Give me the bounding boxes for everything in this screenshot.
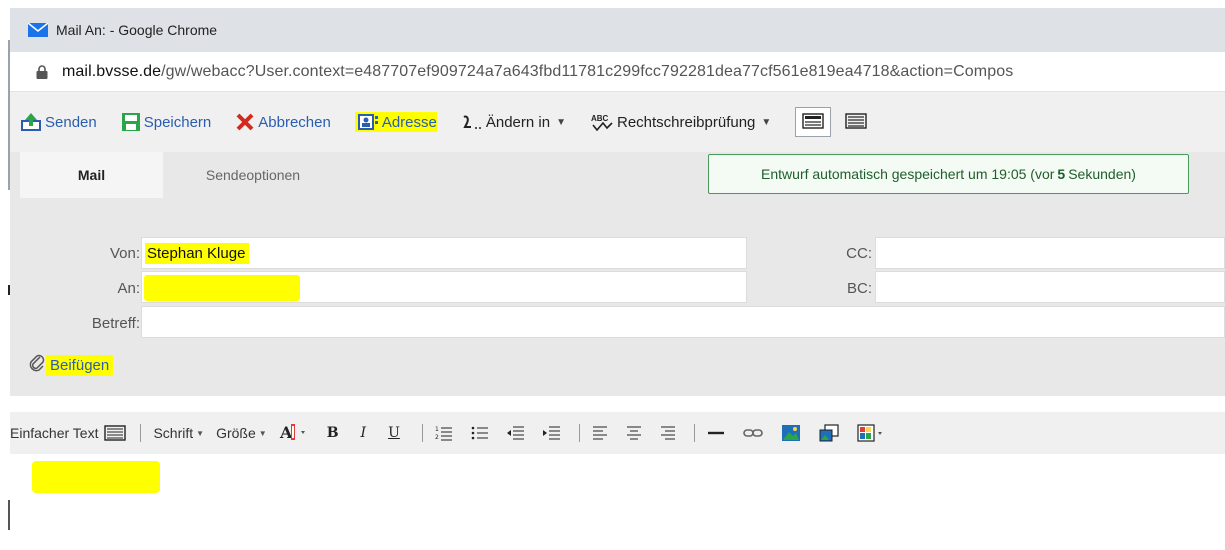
spellcheck-label: Rechtschreibprüfung	[616, 113, 756, 131]
chevron-down-icon: ▼	[556, 116, 566, 128]
attach-label: Beifügen	[46, 354, 114, 376]
save-button[interactable]: Speichern	[121, 112, 212, 132]
list-view-icon	[845, 112, 868, 132]
attach-button[interactable]: Beifügen	[28, 353, 114, 377]
window-title: Mail An: - Google Chrome	[56, 22, 218, 38]
layout-view-icon	[802, 112, 825, 132]
svg-text:1: 1	[435, 426, 439, 433]
send-label: Senden	[45, 113, 97, 131]
from-field[interactable]: Stephan Kluge	[141, 237, 747, 269]
change-label: Ändern in	[485, 113, 551, 131]
toolbar-divider	[578, 424, 580, 442]
insert-image-icon[interactable]	[781, 424, 801, 442]
font-label: Schrift	[153, 425, 194, 441]
svg-text:2: 2	[435, 434, 439, 441]
size-dropdown[interactable]: Größe ▼	[216, 425, 267, 441]
spellcheck-dropdown[interactable]: ABC Rechtschreibprüfung ▼	[590, 112, 771, 132]
tabs-row: Mail Sendeoptionen Entwurf automatisch g…	[10, 152, 1225, 198]
bc-label: BC:	[846, 280, 872, 297]
subject-label: Betreff:	[91, 315, 140, 332]
change-format-icon	[461, 113, 483, 131]
view-layout-button-2[interactable]	[841, 107, 871, 137]
bold-button[interactable]: B	[327, 425, 339, 441]
cc-label: CC:	[846, 245, 872, 262]
font-dropdown[interactable]: Schrift ▼	[153, 425, 204, 441]
message-header: Von: Stephan Kluge An: Betreff: CC: BC:	[10, 198, 1225, 396]
size-label: Größe	[216, 425, 256, 441]
browser-window: Mail An: - Google Chrome mail.bvsse.de/g…	[10, 0, 1225, 550]
mail-envelope-icon	[28, 23, 48, 37]
left-edge	[0, 0, 10, 550]
bc-field[interactable]	[875, 271, 1225, 303]
from-value: Stephan Kluge	[145, 242, 250, 264]
message-body-editor[interactable]	[10, 454, 1225, 550]
address-bar[interactable]: mail.bvsse.de/gw/webacc?User.context=e48…	[10, 52, 1225, 92]
underline-button[interactable]: U	[388, 425, 400, 441]
subject-field[interactable]	[141, 306, 1225, 338]
url-text[interactable]: mail.bvsse.de/gw/webacc?User.context=e48…	[62, 63, 1013, 81]
italic-button[interactable]: I	[361, 425, 367, 441]
address-book-button[interactable]: Adresse	[354, 112, 437, 132]
save-label: Speichern	[143, 113, 212, 131]
cancel-button[interactable]: Abbrechen	[235, 112, 331, 132]
chevron-down-icon: ▼	[196, 428, 205, 438]
align-right-icon[interactable]	[660, 425, 676, 441]
cc-field[interactable]	[875, 237, 1225, 269]
to-redaction	[144, 275, 300, 301]
url-path: /gw/webacc?User.context=e487707ef909724a…	[161, 62, 1014, 80]
from-label: Von:	[109, 245, 140, 262]
plain-text-label: Einfacher Text	[10, 425, 99, 441]
indent-icon[interactable]	[542, 425, 561, 441]
align-center-icon[interactable]	[626, 425, 642, 441]
spellcheck-icon: ABC	[590, 112, 614, 132]
body-highlight	[32, 461, 160, 493]
title-bar: Mail An: - Google Chrome	[10, 8, 1225, 52]
tab-send-options[interactable]: Sendeoptionen	[163, 152, 343, 198]
address-book-icon	[355, 112, 379, 132]
link-icon[interactable]	[743, 425, 763, 441]
chevron-down-icon: ▼	[761, 116, 772, 128]
autosave-prefix: Entwurf automatisch gespeichert um 19:05…	[761, 166, 1055, 182]
svg-text:A: A	[279, 423, 293, 442]
to-label: An:	[117, 280, 140, 297]
chevron-down-icon: ▼	[258, 428, 267, 438]
address-label: Adresse	[381, 113, 437, 131]
table-color-icon[interactable]	[857, 424, 887, 442]
numbered-list-icon[interactable]: 12	[435, 425, 453, 441]
send-button[interactable]: Senden	[20, 112, 97, 132]
editor-toolbar: Einfacher Text Schrift ▼ Größe ▼ A B I U 1…	[10, 412, 1225, 454]
cancel-label: Abbrechen	[258, 113, 331, 131]
floppy-disk-icon	[121, 112, 141, 132]
toolbar-divider	[140, 424, 142, 442]
spellcheck-icon-text: ABC	[591, 114, 609, 123]
autosave-notice: Entwurf automatisch gespeichert um 19:05…	[708, 154, 1189, 194]
autosave-suffix: Sekunden)	[1068, 166, 1136, 182]
url-domain: mail.bvsse.de	[62, 62, 162, 80]
outdent-icon[interactable]	[506, 425, 525, 441]
plain-text-button[interactable]: Einfacher Text	[10, 425, 98, 441]
tab-mail[interactable]: Mail	[20, 152, 163, 198]
to-field[interactable]	[141, 271, 747, 303]
toolbar-divider	[693, 424, 695, 442]
paperclip-icon	[28, 353, 46, 377]
autosave-seconds: 5	[1057, 166, 1066, 182]
plain-text-icon[interactable]	[104, 425, 127, 441]
text-color-icon[interactable]: A	[279, 422, 309, 444]
bullet-list-icon[interactable]	[471, 425, 489, 441]
change-in-dropdown[interactable]: Ändern in ▼	[461, 113, 566, 131]
align-left-icon[interactable]	[592, 425, 608, 441]
compose-toolbar: Senden Speichern Abbrechen Adresse Änder…	[10, 92, 1225, 152]
insert-object-icon[interactable]	[819, 424, 839, 442]
lock-icon[interactable]	[36, 64, 48, 79]
horizontal-rule-icon[interactable]	[707, 425, 725, 441]
toolbar-divider	[421, 424, 423, 442]
view-layout-button-1[interactable]	[795, 107, 832, 137]
close-x-icon	[235, 112, 255, 132]
send-icon	[20, 112, 42, 132]
